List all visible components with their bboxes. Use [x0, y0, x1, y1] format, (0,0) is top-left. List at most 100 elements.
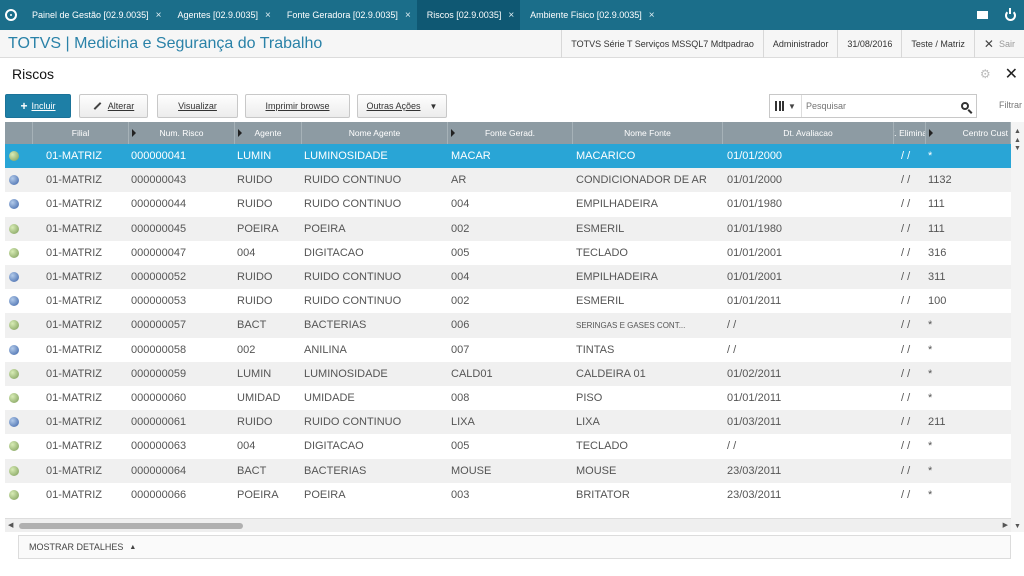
chevron-down-icon: ▼ [429, 101, 438, 111]
scroll-down-icon[interactable]: ▼ [1011, 523, 1024, 530]
close-tab-icon[interactable]: × [649, 10, 655, 21]
table-row[interactable]: 01-MATRIZ 000000045 POEIRA POEIRA 002 ESMERIL… [5, 216, 1011, 241]
table-row[interactable]: 01-MATRIZ 000000064 BACT BACTERIAS MOUSE MOUS… [5, 458, 1011, 483]
table-row[interactable]: 01-MATRIZ 000000058 002 ANILINA 007 TINTAS / /… [5, 337, 1011, 362]
table-row[interactable]: 01-MATRIZ 000000060 UMIDAD UMIDADE 008 PISO 01… [5, 386, 1011, 411]
table-row[interactable]: 01-MATRIZ 000000061 RUIDO RUIDO CONTINUO LIX… [5, 410, 1011, 435]
header-num-risco[interactable]: Num. Risco [129, 122, 235, 144]
alterar-label: Alterar [107, 101, 135, 111]
header-agente[interactable]: Agente [235, 122, 302, 144]
tab-riscos[interactable]: Riscos [02.9.0035] × [416, 0, 521, 30]
header-nome-agente[interactable]: Nome Agente [302, 122, 448, 144]
cell-filial: 01-MATRIZ [46, 488, 103, 501]
mail-icon[interactable] [968, 0, 996, 30]
close-tab-icon[interactable]: × [156, 10, 162, 21]
close-tab-icon[interactable]: × [508, 10, 514, 21]
scroll-down-icon[interactable]: ▼ [1011, 145, 1024, 152]
scroll-thumb[interactable] [19, 523, 243, 529]
cell-elim: / / [901, 488, 911, 501]
tab-ambiente-fisico[interactable]: Ambiente Fisico [02.9.0035] × [520, 0, 660, 30]
tab-painel-gestao[interactable]: Painel de Gestão [02.9.0035] × [22, 0, 167, 30]
cell-agente: 004 [237, 440, 256, 453]
gear-icon[interactable]: ⚙ [980, 67, 991, 81]
status-green-icon [9, 465, 19, 476]
search-icon[interactable] [954, 102, 976, 110]
cell-nome-fonte: EMPILHADEIRA [576, 271, 658, 283]
header-fonte-gerad[interactable]: Fonte Gerad. [448, 122, 573, 144]
column-selector[interactable]: ▼ [770, 95, 802, 117]
cell-nome-agente: POEIRA [304, 488, 346, 501]
totvs-logo-icon[interactable] [0, 0, 22, 30]
cell-nome-agente: DIGITACAO [304, 440, 364, 453]
header-dt-elimina[interactable]: t. Elimina [894, 122, 926, 144]
search-input[interactable] [802, 101, 954, 111]
header-centro-custo[interactable]: Centro Cust [926, 122, 1011, 144]
vertical-scrollbar[interactable]: ▲ ▲ ▼ ▼ [1011, 122, 1024, 532]
table-row[interactable]: 01-MATRIZ 000000053 RUIDO RUIDO CONTINUO 002… [5, 289, 1011, 314]
plus-icon: + [20, 99, 28, 113]
filtrar-link[interactable]: Filtrar [999, 100, 1022, 110]
cell-num: 000000059 [131, 367, 187, 380]
close-tab-icon[interactable]: × [265, 10, 271, 21]
power-icon[interactable] [996, 0, 1024, 30]
table-row[interactable]: 01-MATRIZ 000000066 POEIRA POEIRA 003 BRITATO… [5, 482, 1011, 507]
close-tab-icon[interactable]: × [405, 10, 411, 21]
header-filial[interactable]: Filial [33, 122, 129, 144]
cell-cc: 316 [928, 246, 947, 259]
scroll-left-icon[interactable]: ◀ [8, 521, 13, 529]
exit-label: Sair [998, 38, 1015, 49]
header-label: Filial [71, 128, 90, 138]
table-row[interactable]: 01-MATRIZ 000000057 BACT BACTERIAS 006 SERING… [5, 313, 1011, 338]
show-details-label: MOSTRAR DETALHES [29, 542, 124, 552]
show-details-bar[interactable]: MOSTRAR DETALHES ▲ [18, 535, 1011, 559]
header-label: Agente [254, 128, 282, 138]
table-row[interactable]: 01-MATRIZ 000000052 RUIDO RUIDO CONTINUO 004… [5, 265, 1011, 290]
exit-button[interactable]: ✕ Sair [973, 29, 1024, 58]
cell-dt: 01/01/2000 [727, 174, 783, 187]
table-row[interactable]: 01-MATRIZ 000000063 004 DIGITACAO 005 TECLADO… [5, 434, 1011, 459]
cell-nome-fonte: SERINGAS E GASES CONT... [576, 320, 686, 330]
header-nome-fonte[interactable]: Nome Fonte [573, 122, 723, 144]
cell-nome-fonte: CALDEIRA 01 [576, 367, 646, 380]
status-blue-icon [9, 272, 19, 282]
cell-agente: LUMIN [237, 367, 272, 380]
cell-nome-fonte: CONDICIONADOR DE AR [576, 174, 707, 187]
cell-agente: RUIDO [237, 198, 273, 211]
table-row[interactable]: 01-MATRIZ 000000059 LUMIN LUMINOSIDADE CALD0… [5, 361, 1011, 386]
imprimir-label: Imprimir browse [265, 101, 330, 111]
pencil-icon [93, 102, 102, 110]
close-page-icon[interactable]: ✕ [1005, 64, 1018, 84]
scroll-up-icon[interactable]: ▲ [1011, 137, 1024, 144]
date-info: 31/08/2016 [837, 29, 901, 58]
cell-agente: BACT [237, 319, 267, 332]
incluir-button[interactable]: + Incluir [5, 94, 71, 118]
visualizar-button[interactable]: Visualizar [157, 94, 238, 118]
cell-nome-agente: RUIDO CONTINUO [304, 295, 402, 308]
tab-fonte-geradora[interactable]: Fonte Geradora [02.9.0035] × [277, 0, 417, 30]
tab-agentes[interactable]: Agentes [02.9.0035] × [167, 0, 276, 30]
cell-nome-fonte: TINTAS [576, 343, 615, 356]
horizontal-scrollbar[interactable]: ◀ ▶ [5, 518, 1011, 532]
cell-fonte: 002 [451, 222, 470, 235]
cell-nome-agente: RUIDO CONTINUO [304, 174, 402, 187]
cell-filial: 01-MATRIZ [46, 440, 103, 453]
table-row[interactable]: 01-MATRIZ 000000044 RUIDO RUIDO CONTINUO 004… [5, 192, 1011, 217]
header-dt-avaliacao[interactable]: Dt. Avaliacao [723, 122, 894, 144]
alterar-button[interactable]: Alterar [79, 94, 148, 118]
cell-fonte: 006 [451, 319, 470, 332]
scroll-up-icon[interactable]: ▲ [1011, 128, 1024, 135]
imprimir-browse-button[interactable]: Imprimir browse [245, 94, 350, 118]
cell-filial: 01-MATRIZ [46, 295, 103, 308]
cell-elim: / / [901, 440, 911, 453]
outras-acoes-button[interactable]: Outras Ações ▼ [357, 94, 447, 118]
cell-filial: 01-MATRIZ [46, 271, 103, 283]
scroll-right-icon[interactable]: ▶ [1003, 521, 1008, 529]
cell-dt: / / [727, 319, 737, 332]
cell-dt: 01/01/2011 [727, 295, 782, 308]
cell-elim: / / [901, 343, 911, 356]
cell-nome-agente: LUMINOSIDADE [304, 150, 388, 162]
cell-nome-agente: RUIDO CONTINUO [304, 416, 402, 429]
table-row[interactable]: 01-MATRIZ 000000043 RUIDO RUIDO CONTINUO AR C… [5, 168, 1011, 193]
table-row[interactable]: 01-MATRIZ 000000047 004 DIGITACAO 005 TECLADO… [5, 240, 1011, 265]
table-row[interactable]: 01-MATRIZ 000000041 LUMIN LUMINOSIDADE MACAR… [5, 144, 1011, 169]
